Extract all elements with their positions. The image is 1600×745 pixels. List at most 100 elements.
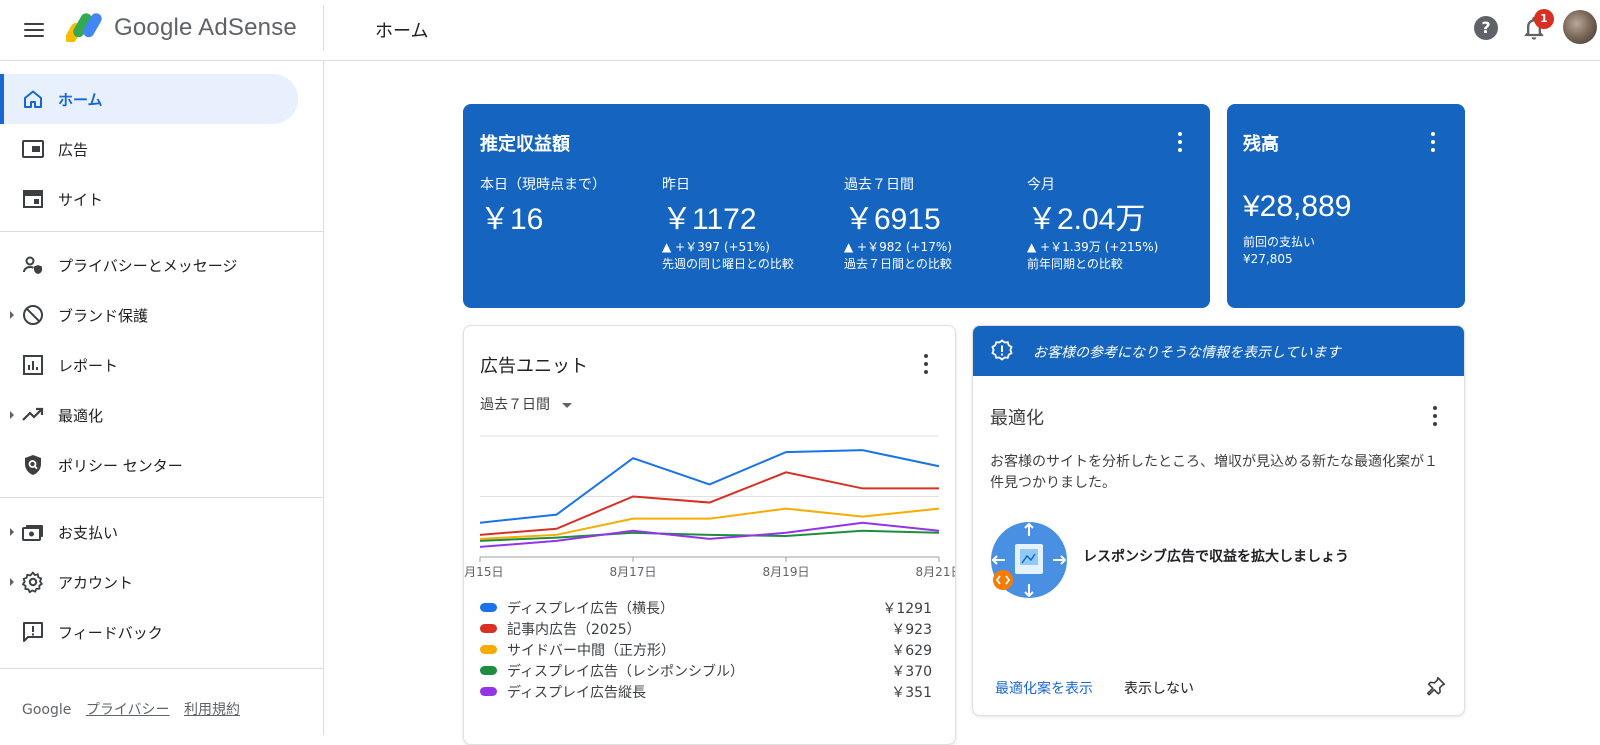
sidebar-item-label: プライバシーとメッセージ bbox=[58, 257, 238, 275]
insight-banner-text: お客様の参考になりそうな情報を表示しています bbox=[1033, 345, 1341, 361]
sidebar-item-label: お支払い bbox=[58, 524, 119, 542]
series-line-1 bbox=[479, 471, 939, 536]
sidebar-item-label: 広告 bbox=[58, 141, 89, 159]
legend-swatch bbox=[480, 624, 497, 633]
optimization-description: お客様のサイトを分析したところ、増収が見込める新たな最適化案が１件見つかりました… bbox=[990, 454, 1438, 491]
metric-delta-last7: ▲ +￥982 (+17%) bbox=[844, 240, 952, 254]
home-icon bbox=[24, 90, 42, 108]
metric-compare-last7: 過去７日間との比較 bbox=[844, 257, 952, 271]
sidebar-item-label: アカウント bbox=[58, 574, 134, 592]
legend-swatch bbox=[480, 603, 497, 612]
balance-more-icon[interactable] bbox=[1423, 130, 1443, 154]
privacy-icon bbox=[23, 256, 42, 274]
notification-badge: 1 bbox=[1534, 9, 1554, 29]
metric-value-today: ￥16 bbox=[480, 203, 544, 236]
ads-icon bbox=[22, 140, 44, 158]
help-icon[interactable]: ? bbox=[1474, 16, 1498, 40]
legend-swatch bbox=[480, 687, 497, 696]
sidebar-item-optimization[interactable]: 最適化 bbox=[0, 390, 298, 440]
legend-name: 記事内広告（2025） bbox=[507, 622, 641, 638]
metric-delta-this-month: ▲ +￥1.39万 (+215%) bbox=[1027, 240, 1159, 254]
show-suggestions-button[interactable]: 最適化案を表示 bbox=[995, 678, 1093, 698]
legend-name: ディスプレイ広告（レシポンシブル） bbox=[507, 664, 745, 680]
sidebar-item-ads[interactable]: 広告 bbox=[0, 124, 298, 174]
sidebar-footer: Google プライバシー 利用規約 bbox=[22, 699, 250, 719]
sidebar-nav: ホーム 広告 サイト プライバシーとメッセージ ブランド保護 レポート 最適化 … bbox=[0, 61, 324, 735]
avatar[interactable] bbox=[1563, 10, 1597, 44]
pin-icon[interactable] bbox=[1425, 675, 1447, 697]
expand-arrow-icon bbox=[10, 411, 14, 419]
balance-title: 残高 bbox=[1243, 134, 1279, 155]
legend-row: ディスプレイ広告（レシポンシブル） ￥370 bbox=[480, 661, 932, 682]
sidebar-item-label: ブランド保護 bbox=[58, 307, 149, 325]
sidebar-divider bbox=[0, 231, 324, 232]
settings-icon bbox=[22, 571, 43, 594]
ad-units-title: 広告ユニット bbox=[480, 356, 588, 377]
sidebar-item-privacy[interactable]: プライバシーとメッセージ bbox=[0, 240, 298, 290]
estimated-earnings-card: 推定収益額 本日（現時点まで） ￥16 昨日 ￥1172 ▲ +￥397 (+5… bbox=[463, 104, 1210, 308]
sidebar-item-account[interactable]: アカウント bbox=[0, 557, 298, 607]
terms-link[interactable]: 利用規約 bbox=[184, 702, 240, 718]
sidebar-item-home[interactable]: ホーム bbox=[0, 74, 298, 124]
x-axis-tick-label: 8月21日 bbox=[916, 565, 955, 579]
ad-units-more-icon[interactable] bbox=[916, 352, 936, 376]
x-axis-tick-label: 8月15日 bbox=[464, 565, 503, 579]
earnings-more-icon[interactable] bbox=[1170, 130, 1190, 154]
sidebar-item-sites[interactable]: サイト bbox=[0, 174, 298, 224]
top-app-bar: Google AdSense ホーム ? 1 bbox=[0, 0, 1600, 61]
last-payment-value: ¥27,805 bbox=[1243, 252, 1293, 266]
block-icon bbox=[23, 305, 43, 325]
sidebar-divider bbox=[0, 668, 324, 669]
sidebar-item-feedback[interactable]: フィードバック bbox=[0, 607, 298, 657]
suggestion-text: レスポンシブ広告で収益を拡大しましょう bbox=[1083, 549, 1349, 565]
sidebar-item-label: サイト bbox=[58, 191, 104, 209]
legend-name: ディスプレイ広告縦長 bbox=[507, 685, 647, 701]
optimization-more-icon[interactable] bbox=[1425, 404, 1445, 428]
sidebar-item-payments[interactable]: お支払い bbox=[0, 507, 298, 557]
metric-label-this-month: 今月 bbox=[1027, 177, 1055, 193]
dismiss-button[interactable]: 表示しない bbox=[1124, 678, 1194, 698]
metric-label-last7: 過去７日間 bbox=[844, 177, 914, 193]
header-divider bbox=[323, 6, 324, 50]
legend-name: サイドバー中間（正方形） bbox=[507, 643, 675, 659]
feedback-icon bbox=[23, 622, 43, 642]
sidebar-item-reports[interactable]: レポート bbox=[0, 340, 298, 390]
series-line-0 bbox=[479, 449, 940, 524]
x-axis-tick-label: 8月17日 bbox=[610, 565, 657, 579]
reports-icon bbox=[23, 355, 43, 375]
trending-icon bbox=[22, 407, 44, 421]
balance-card: 残高 ¥28,889 前回の支払い ¥27,805 bbox=[1227, 104, 1465, 308]
sidebar-item-policy-center[interactable]: ポリシー センター bbox=[0, 440, 298, 490]
period-dropdown[interactable]: 過去７日間 bbox=[480, 394, 573, 414]
legend-value: ￥923 bbox=[891, 622, 932, 638]
metric-label-today: 本日（現時点まで） bbox=[480, 177, 606, 193]
legend-swatch bbox=[480, 645, 497, 654]
dropdown-arrow-icon bbox=[562, 402, 573, 408]
footer-google-label: Google bbox=[22, 702, 72, 718]
metric-compare-yesterday: 先週の同じ曜日との比較 bbox=[662, 257, 794, 271]
sidebar-item-brand-protection[interactable]: ブランド保護 bbox=[0, 290, 298, 340]
sites-icon bbox=[23, 190, 43, 208]
optimization-card: お客様の参考になりそうな情報を表示しています 最適化 お客様のサイトを分析したと… bbox=[972, 325, 1465, 716]
policy-shield-icon bbox=[25, 455, 41, 475]
menu-icon[interactable] bbox=[20, 16, 48, 44]
legend-swatch bbox=[480, 666, 497, 675]
legend-row: 記事内広告（2025） ￥923 bbox=[480, 619, 932, 640]
sidebar-divider bbox=[0, 497, 324, 498]
expand-arrow-icon bbox=[10, 578, 14, 586]
legend-value: ￥351 bbox=[891, 685, 932, 701]
sidebar-item-label: 最適化 bbox=[58, 407, 104, 425]
legend-row: ディスプレイ広告縦長 ￥351 bbox=[480, 682, 932, 703]
privacy-link[interactable]: プライバシー bbox=[86, 702, 170, 718]
legend-name: ディスプレイ広告（横長） bbox=[507, 601, 675, 617]
sidebar-item-label: フィードバック bbox=[58, 624, 163, 642]
sidebar-item-label: レポート bbox=[58, 357, 119, 375]
sidebar-item-label: ホーム bbox=[58, 91, 103, 109]
optimization-title: 最適化 bbox=[990, 408, 1044, 429]
insight-banner: お客様の参考になりそうな情報を表示しています bbox=[973, 326, 1464, 376]
metric-value-yesterday: ￥1172 bbox=[662, 203, 757, 236]
period-dropdown-label: 過去７日間 bbox=[480, 397, 550, 413]
metric-value-this-month: ￥2.04万 bbox=[1027, 203, 1146, 236]
balance-value: ¥28,889 bbox=[1243, 190, 1352, 223]
ad-units-card: 広告ユニット 過去７日間 8月15日 8月17日 8月19日 8月21日 ディスプレイ… bbox=[463, 325, 956, 745]
